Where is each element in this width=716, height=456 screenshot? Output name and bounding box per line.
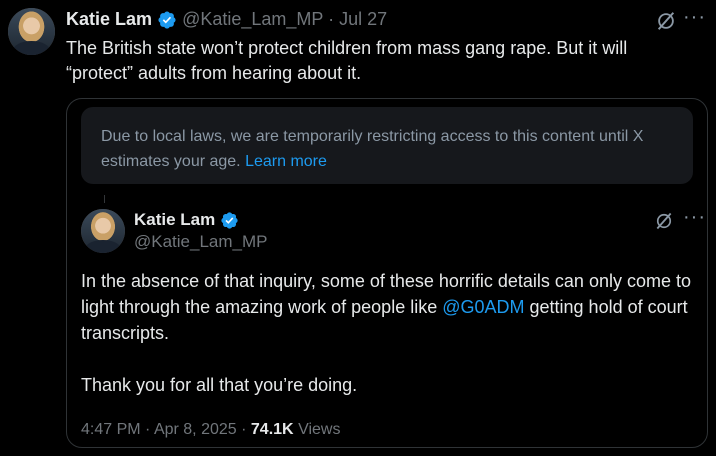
grok-icon[interactable] [655,10,677,32]
tweet-date[interactable]: Apr 8, 2025 [154,421,237,438]
quoted-author-name[interactable]: Katie Lam [134,210,215,229]
verified-badge-icon [158,11,176,29]
quoted-tweet-text: In the absence of that inquiry, some of … [81,268,701,398]
age-restriction-notice: Due to local laws, we are temporarily re… [81,107,693,184]
learn-more-link[interactable]: Learn more [245,153,327,170]
more-icon[interactable]: ··· [683,6,706,29]
separator: · [328,9,335,29]
author-handle[interactable]: @Katie_Lam_MP [182,9,323,29]
mention-link[interactable]: @G0ADM [442,297,524,317]
separator: · [145,421,151,438]
more-icon[interactable]: ··· [683,206,706,229]
author-name[interactable]: Katie Lam [66,9,152,29]
separator: · [241,421,247,438]
tweet-text: The British state won’t protect children… [66,38,628,83]
author-avatar[interactable] [8,8,55,55]
tweet-header: Katie Lam @Katie_Lam_MP · Jul 27 [66,8,387,30]
quoted-author-avatar[interactable] [81,209,125,253]
quoted-author-row: Katie Lam [134,209,239,231]
thread-connector [104,195,105,203]
quoted-author-handle[interactable]: @Katie_Lam_MP [134,231,268,253]
tweet-date[interactable]: Jul 27 [339,9,387,29]
tweet-meta: 4:47 PM · Apr 8, 2025 · 74.1K Views [81,420,340,440]
views-label: Views [298,421,341,438]
notice-text: Due to local laws, we are temporarily re… [101,128,644,170]
tweet-time[interactable]: 4:47 PM [81,421,141,438]
quoted-paragraph-1: In the absence of that inquiry, some of … [81,268,701,346]
quoted-paragraph-2: Thank you for all that you’re doing. [81,375,358,395]
verified-badge-icon [221,212,238,229]
views-count[interactable]: 74.1K [251,421,294,438]
grok-icon[interactable] [654,211,674,231]
